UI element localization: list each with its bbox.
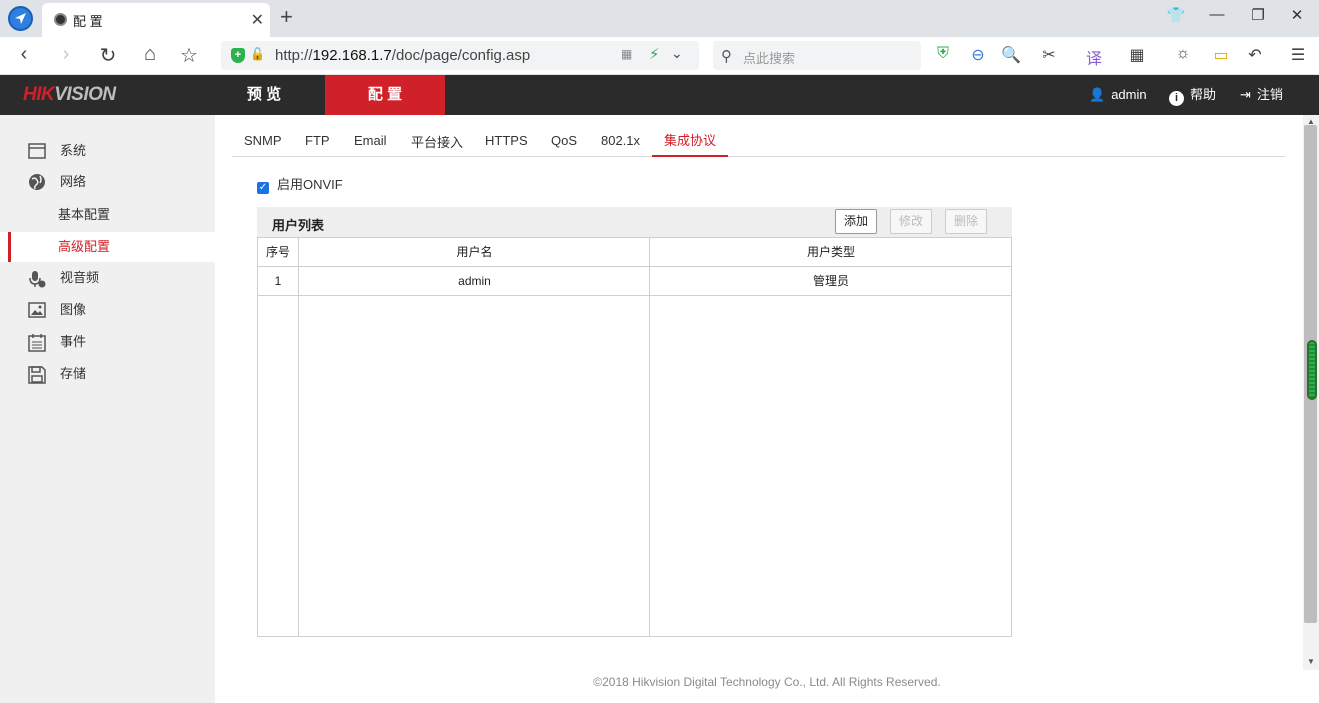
- tab-integration-protocol[interactable]: 集成协议: [652, 130, 729, 157]
- tab-email[interactable]: Email: [342, 130, 399, 157]
- sidebar-item-event[interactable]: 事件: [0, 327, 215, 357]
- enable-onvif-checkbox[interactable]: ✓ 启用ONVIF: [257, 174, 343, 194]
- column-header-index: 序号: [265, 245, 290, 259]
- globe-icon: [29, 174, 45, 190]
- adblock-icon[interactable]: ⊖: [967, 45, 989, 65]
- qr-code-icon[interactable]: ▦: [621, 47, 632, 61]
- security-shield-icon[interactable]: +: [231, 48, 245, 63]
- info-icon: i: [1169, 91, 1184, 106]
- delete-button[interactable]: 删除: [945, 209, 987, 234]
- nav-preview[interactable]: 预 览: [204, 75, 324, 115]
- brightness-icon[interactable]: ☼: [1172, 45, 1194, 63]
- new-tab-icon[interactable]: +: [280, 4, 293, 30]
- logout-label: 注销: [1256, 87, 1283, 102]
- guard-shield-icon[interactable]: ⛨: [932, 45, 954, 63]
- scroll-down-icon[interactable]: ▼: [1307, 657, 1315, 666]
- system-icon: [28, 143, 46, 159]
- search-placeholder: 点此搜索: [743, 51, 796, 66]
- sidebar-item-video-audio[interactable]: 视音频: [0, 263, 215, 293]
- user-name: admin: [1111, 87, 1147, 102]
- add-button[interactable]: 添加: [835, 209, 877, 234]
- calendar-icon: [28, 334, 46, 352]
- undo-icon[interactable]: ↶: [1244, 45, 1266, 65]
- skin-icon[interactable]: 👕: [1164, 6, 1188, 24]
- scissors-icon[interactable]: ✂: [1038, 45, 1060, 65]
- browser-tabbar: 配 置 ✕ + 👕 — ❐ ✕: [0, 0, 1319, 37]
- user-list-header: 用户列表 添加 修改 删除: [257, 207, 1012, 237]
- forward-icon[interactable]: ›: [53, 43, 79, 66]
- mic-icon: [29, 271, 46, 288]
- browser-tab[interactable]: 配 置 ✕: [42, 3, 270, 37]
- cell-username: admin: [458, 274, 491, 288]
- tab-qos[interactable]: QoS: [539, 130, 589, 157]
- close-tab-icon[interactable]: ✕: [251, 10, 264, 30]
- battery-icon[interactable]: ▭: [1210, 45, 1232, 65]
- enable-onvif-label: 启用ONVIF: [277, 177, 343, 192]
- column-header-user-type: 用户类型: [806, 245, 855, 259]
- insecure-lock-icon[interactable]: 🔓: [250, 47, 265, 61]
- checkbox-checked-icon[interactable]: ✓: [257, 182, 269, 194]
- search-icon: ⚲: [721, 48, 732, 65]
- translate-icon[interactable]: 译: [1083, 45, 1105, 69]
- reload-icon[interactable]: ↻: [95, 43, 121, 68]
- user-menu[interactable]: 👤 admin: [1089, 75, 1147, 115]
- help-link[interactable]: i 帮助: [1169, 75, 1216, 115]
- help-label: 帮助: [1190, 87, 1217, 102]
- sidebar-item-system[interactable]: 系统: [0, 136, 215, 166]
- user-list-title: 用户列表: [272, 218, 325, 233]
- column-divider: [649, 238, 650, 636]
- sidebar-item-basic-config[interactable]: 基本配置: [0, 200, 215, 230]
- table-row[interactable]: 1 admin 管理员: [258, 267, 1011, 296]
- cell-index: 1: [274, 274, 282, 288]
- nav-config[interactable]: 配 置: [325, 75, 445, 115]
- tab-ftp[interactable]: FTP: [293, 130, 342, 157]
- browser-toolbar: ‹ › ↻ ⌂ ☆ + 🔓 http://192.168.1.7/doc/pag…: [0, 37, 1319, 75]
- sidebar-item-image[interactable]: 图像: [0, 295, 215, 325]
- chevron-down-icon[interactable]: ⌄: [671, 45, 683, 62]
- protocol-tabs: SNMP FTP Email 平台接入 HTTPS QoS 802.1x 集成协…: [232, 130, 1285, 157]
- sidebar-item-advanced-config[interactable]: 高级配置: [0, 232, 215, 262]
- sidebar-item-storage[interactable]: 存储: [0, 359, 215, 389]
- tab-platform-access[interactable]: 平台接入: [399, 132, 475, 159]
- search-box[interactable]: ⚲ 点此搜索: [713, 41, 921, 70]
- floating-widget-handle[interactable]: [1307, 340, 1317, 400]
- minimize-icon[interactable]: —: [1205, 6, 1229, 23]
- user-table: 序号 用户名 用户类型 1 admin 管理员: [257, 237, 1012, 637]
- user-icon: 👤: [1089, 87, 1106, 102]
- tab-snmp[interactable]: SNMP: [232, 130, 294, 157]
- apps-grid-icon[interactable]: ▦: [1126, 45, 1148, 65]
- back-icon[interactable]: ‹: [11, 43, 37, 66]
- bookmark-star-icon[interactable]: ☆: [176, 43, 202, 68]
- modify-button[interactable]: 修改: [890, 209, 932, 234]
- menu-icon[interactable]: ☰: [1287, 45, 1309, 65]
- url-text[interactable]: http://192.168.1.7/doc/page/config.asp: [275, 47, 530, 64]
- cell-user-type: 管理员: [812, 274, 849, 288]
- magnifier-icon[interactable]: 🔍: [1000, 45, 1022, 65]
- home-icon[interactable]: ⌂: [137, 43, 163, 66]
- table-header-row: 序号 用户名 用户类型: [258, 238, 1011, 267]
- sidebar-item-network[interactable]: 网络: [0, 167, 215, 197]
- hikvision-logo: HIKVISION: [23, 84, 116, 105]
- camera-favicon-icon: [54, 13, 67, 26]
- tab-8021x[interactable]: 802.1x: [589, 130, 652, 157]
- close-window-icon[interactable]: ✕: [1285, 6, 1309, 24]
- restore-icon[interactable]: ❐: [1246, 6, 1270, 24]
- copyright-footer: ©2018 Hikvision Digital Technology Co., …: [593, 675, 941, 689]
- sidebar: 系统 网络 基本配置 高级配置 视音频 图像 事件 存储: [0, 115, 215, 703]
- browser-logo-icon[interactable]: [8, 6, 33, 31]
- logout-icon: ⇥: [1240, 87, 1251, 102]
- image-icon: [28, 302, 46, 318]
- tab-title: 配 置: [73, 14, 103, 29]
- logout-link[interactable]: ⇥ 注销: [1240, 75, 1283, 115]
- column-header-username: 用户名: [456, 245, 493, 259]
- save-icon: [28, 366, 46, 384]
- column-divider: [298, 238, 299, 636]
- tab-https[interactable]: HTTPS: [473, 130, 540, 157]
- app-header: HIKVISION 预 览 配 置 👤 admin i 帮助 ⇥ 注销: [0, 75, 1319, 115]
- address-bar[interactable]: + 🔓 http://192.168.1.7/doc/page/config.a…: [221, 41, 699, 70]
- user-list-panel: 用户列表 添加 修改 删除 序号 用户名 用户类型 1 admin 管理员: [257, 207, 1012, 637]
- speed-bolt-icon[interactable]: ⚡: [649, 45, 660, 63]
